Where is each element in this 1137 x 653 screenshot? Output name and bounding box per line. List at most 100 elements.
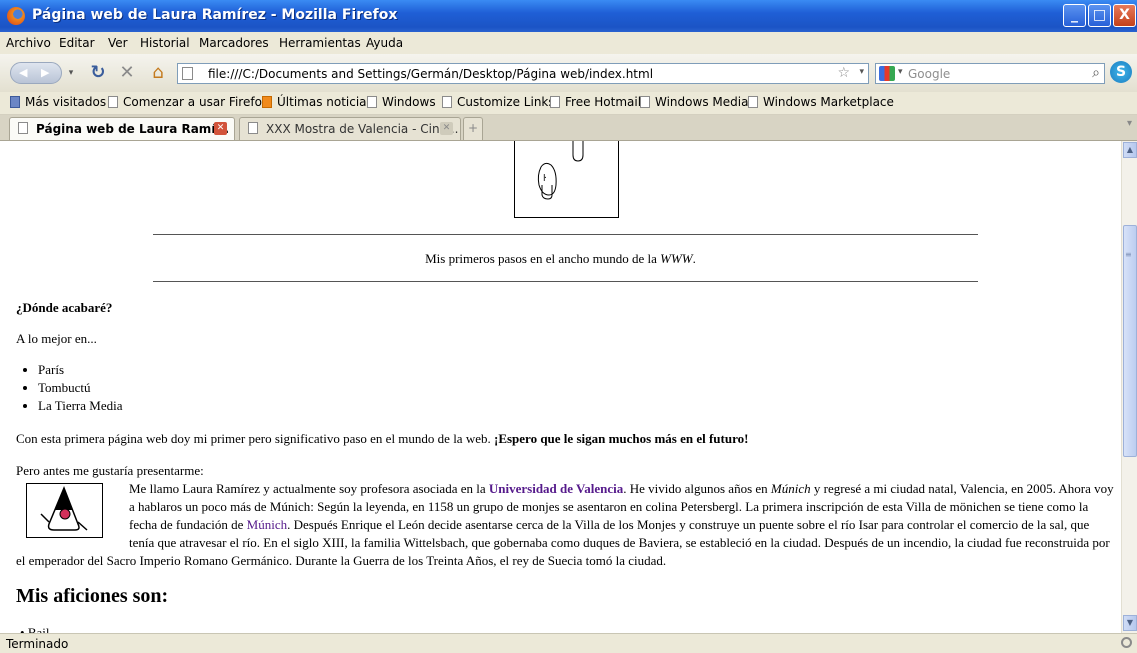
new-tab-button[interactable]: + — [463, 117, 483, 140]
status-bar: Terminado — [0, 633, 1137, 653]
search-magnifier-icon[interactable]: ⌕ — [1092, 65, 1100, 81]
scroll-grip-icon: ≡ — [1125, 250, 1132, 259]
smart-folder-icon — [10, 96, 20, 108]
scroll-down-icon[interactable]: ▼ — [1123, 615, 1137, 631]
svg-text:ŀ: ŀ — [543, 174, 546, 184]
url-dropdown-icon[interactable]: ▾ — [859, 67, 864, 77]
bio-text-2: . He vivido algunos años en — [623, 481, 771, 496]
caption-text: Mis primeros pasos en el ancho mundo de … — [425, 251, 661, 266]
page-icon — [442, 96, 452, 108]
bookmark-ultimas-noticias[interactable]: Últimas noticias — [262, 95, 373, 109]
page-icon — [18, 122, 28, 134]
tab-label: XXX Mostra de Valencia - Cine... — [266, 122, 459, 136]
duke-mascot-icon — [40, 485, 88, 531]
caption: Mis primeros pasos en el ancho mundo de … — [0, 251, 1121, 267]
close-tab-icon[interactable]: ✕ — [214, 122, 227, 135]
page-icon — [248, 122, 258, 134]
divider-bottom — [153, 281, 978, 282]
menu-ver[interactable]: Ver — [108, 36, 128, 50]
bookmark-star-icon[interactable]: ☆ — [837, 65, 850, 81]
link-munich[interactable]: Múnich — [247, 517, 287, 532]
vertical-scrollbar[interactable]: ▲ ≡ ▼ — [1121, 141, 1137, 633]
page-icon — [640, 96, 650, 108]
search-bar[interactable]: ▾ Google ⌕ — [875, 63, 1105, 84]
forward-arrow-icon[interactable]: ▶ — [41, 63, 49, 83]
bookmark-free-hotmail[interactable]: Free Hotmail — [550, 95, 641, 109]
bookmark-label: Customize Links — [457, 95, 555, 109]
bookmark-label: Más visitados — [25, 95, 107, 109]
bio-em-munich: Múnich — [770, 481, 811, 496]
menu-marcadores[interactable]: Marcadores — [199, 36, 269, 50]
google-engine-icon[interactable] — [879, 66, 895, 81]
page-icon — [748, 96, 758, 108]
caption-www: WWW — [660, 251, 693, 266]
bookmark-label: Windows Marketplace — [763, 95, 894, 109]
avatar-image — [26, 483, 103, 538]
tab-scroll-icon[interactable]: ▾ — [1127, 118, 1137, 140]
tab-bar: Página web de Laura Ramí... ✕ XXX Mostra… — [0, 115, 1137, 141]
back-forward-buttons: ◀ ▶ — [10, 62, 62, 84]
window-title-bar: Página web de Laura Ramírez - Mozilla Fi… — [0, 0, 1137, 32]
close-window-button[interactable]: X — [1113, 4, 1136, 27]
bookmarks-toolbar: Más visitados Comenzar a usar Firefox Úl… — [0, 92, 1137, 115]
engine-dropdown-icon[interactable]: ▾ — [898, 67, 903, 77]
hobby-cut-text: Bail — [27, 625, 50, 633]
menu-bar: Archivo Editar Ver Historial Marcadores … — [0, 32, 1137, 54]
menu-herramientas[interactable]: Herramientas — [279, 36, 361, 50]
close-tab-icon[interactable]: ✕ — [440, 122, 453, 135]
tab-mostra-valencia[interactable]: XXX Mostra de Valencia - Cine... ✕ — [239, 117, 461, 140]
scroll-up-icon[interactable]: ▲ — [1123, 142, 1137, 158]
bookmark-label: Free Hotmail — [565, 95, 642, 109]
maximize-button[interactable]: □ — [1088, 4, 1111, 27]
stop-icon[interactable]: ✕ — [117, 62, 137, 84]
bookmark-windows[interactable]: Windows — [367, 95, 436, 109]
reload-icon[interactable]: ↻ — [88, 62, 108, 84]
address-bar[interactable]: file:///C:/Documents and Settings/Germán… — [177, 63, 869, 84]
bookmark-label: Windows — [382, 95, 436, 109]
bookmark-label: Comenzar a usar Firefox — [123, 95, 269, 109]
bookmark-windows-marketplace[interactable]: Windows Marketplace — [748, 95, 894, 109]
first-step-text: Con esta primera página web doy mi prime… — [16, 431, 494, 446]
menu-archivo[interactable]: Archivo — [6, 36, 51, 50]
page-icon — [367, 96, 377, 108]
minimize-button[interactable]: _ — [1063, 4, 1086, 27]
bookmark-windows-media[interactable]: Windows Media — [640, 95, 748, 109]
rss-feed-icon — [262, 96, 272, 108]
divider-top — [153, 234, 978, 235]
first-step-paragraph: Con esta primera página web doy mi prime… — [16, 431, 748, 447]
back-arrow-icon[interactable]: ◀ — [19, 63, 27, 83]
places-list: París Tombuctú La Tierra Media — [20, 361, 122, 415]
heading-where: ¿Dónde acabaré? — [16, 300, 113, 315]
bio-text-1: Me llamo Laura Ramírez y actualmente soy… — [129, 481, 489, 496]
menu-editar[interactable]: Editar — [59, 36, 95, 50]
link-universidad-valencia[interactable]: Universidad de Valencia — [489, 481, 623, 496]
intro-line: Pero antes me gustaría presentarme: — [16, 463, 204, 478]
bookmark-comenzar[interactable]: Comenzar a usar Firefox — [108, 95, 269, 109]
page-icon — [108, 96, 118, 108]
firefox-logo-icon — [7, 7, 25, 25]
menu-ayuda[interactable]: Ayuda — [366, 36, 403, 50]
history-dropdown-icon[interactable]: ▾ — [66, 62, 76, 84]
bookmark-label: Últimas noticias — [277, 95, 373, 109]
maybe-text: A lo mejor en... — [16, 331, 97, 346]
hobbies-heading: Mis aficiones son: — [16, 585, 169, 607]
bookmark-customize-links[interactable]: Customize Links — [442, 95, 555, 109]
tab-laura-ramirez[interactable]: Página web de Laura Ramí... ✕ — [9, 117, 235, 140]
top-image: ŀ — [514, 141, 619, 218]
tab-label: Página web de Laura Ramí... — [36, 122, 230, 136]
list-item: París — [38, 361, 122, 379]
address-url: file:///C:/Documents and Settings/Germán… — [208, 67, 654, 81]
bio-paragraph: Pero antes me gustaría presentarme: Me l… — [16, 462, 1116, 570]
home-icon[interactable]: ⌂ — [148, 62, 168, 84]
page-icon — [550, 96, 560, 108]
footprints-icon: ŀ — [537, 141, 584, 200]
search-placeholder: Google — [908, 67, 951, 81]
skype-icon[interactable]: S — [1110, 61, 1132, 83]
navigation-toolbar: ◀ ▶ ▾ ↻ ✕ ⌂ file:///C:/Documents and Set… — [0, 54, 1137, 93]
menu-historial[interactable]: Historial — [140, 36, 190, 50]
page-content: ŀ Mis primeros pasos en el ancho mundo d… — [0, 141, 1121, 633]
resize-grip-icon[interactable] — [1121, 637, 1132, 648]
list-item: La Tierra Media — [38, 397, 122, 415]
list-item: • Bail — [20, 625, 49, 633]
bookmark-mas-visitados[interactable]: Más visitados — [10, 95, 106, 109]
